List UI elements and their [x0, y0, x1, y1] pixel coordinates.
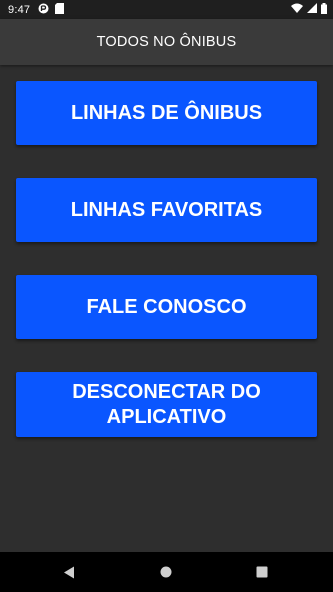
page-title: TODOS NO ÔNIBUS [96, 34, 237, 50]
status-bar: 9:47 [0, 0, 333, 19]
favorite-lines-button[interactable]: LINHAS FAVORITAS [16, 178, 317, 242]
status-right-icons [291, 2, 327, 17]
wifi-icon [291, 3, 303, 16]
disconnect-button-label: DESCONECTAR DO APLICATIVO [72, 380, 261, 428]
favorite-lines-button-label: LINHAS FAVORITAS [70, 198, 263, 221]
bus-lines-button-label: LINHAS DE ÔNIBUS [70, 101, 263, 124]
status-time: 9:47 [8, 3, 31, 16]
disconnect-button[interactable]: DESCONECTAR DO APLICATIVO [16, 372, 317, 437]
back-icon[interactable] [49, 552, 89, 592]
signal-icon [307, 3, 317, 16]
recents-icon[interactable] [242, 552, 282, 592]
bus-lines-button[interactable]: LINHAS DE ÔNIBUS [16, 81, 317, 145]
status-left-icons [38, 2, 65, 17]
app-bar: TODOS NO ÔNIBUS [0, 19, 333, 65]
contact-us-button-label: FALE CONOSCO [86, 295, 247, 318]
notification-icon [38, 3, 49, 17]
home-icon[interactable] [146, 552, 186, 592]
battery-icon [321, 2, 327, 17]
app-screen: 9:47 TODOS NO ÔNIBUS LINHAS DE ÔNIBUS LI… [0, 0, 333, 592]
navigation-bar [0, 552, 333, 592]
contact-us-button[interactable]: FALE CONOSCO [16, 275, 317, 339]
sd-card-icon [55, 2, 65, 17]
